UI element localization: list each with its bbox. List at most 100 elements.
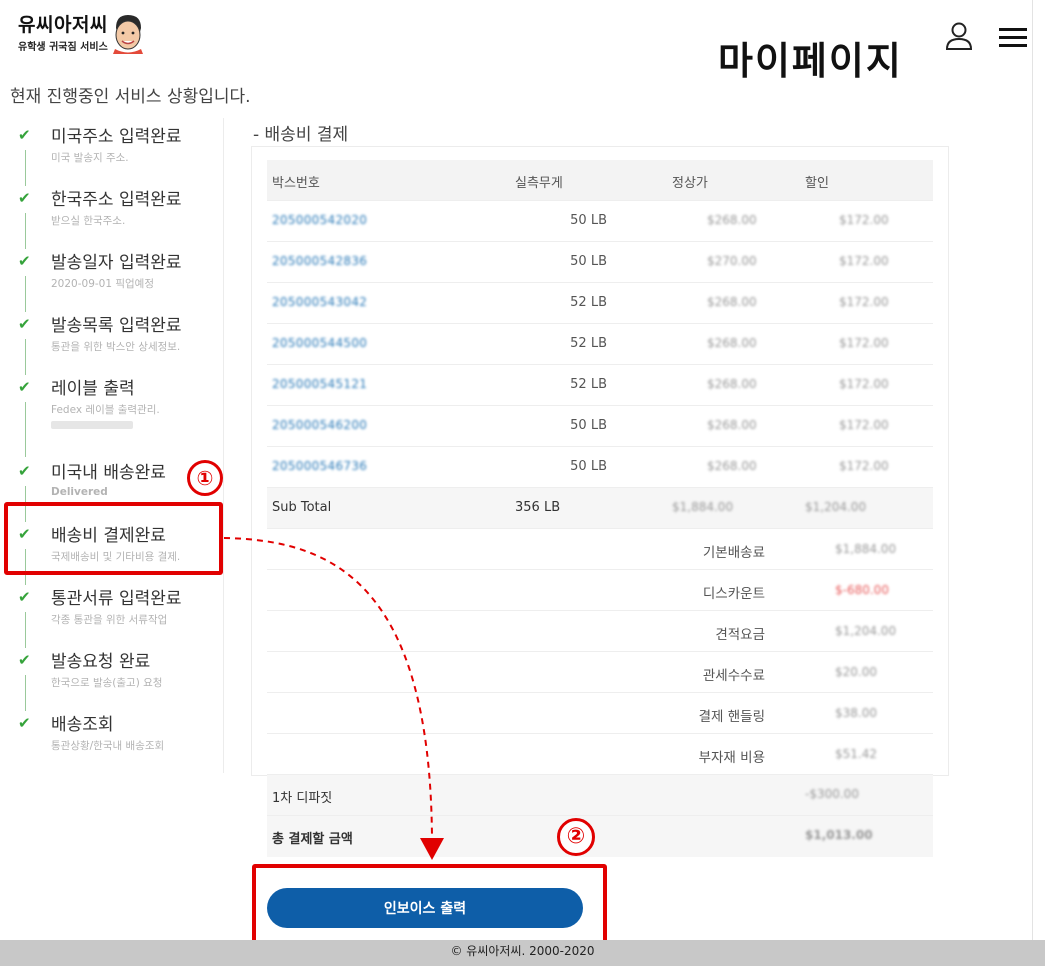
step-connector: [25, 402, 26, 457]
print-invoice-button[interactable]: 인보이스 출력: [267, 888, 583, 928]
progress-steps: ✔ 미국주소 입력완료 미국 발송지 주소. ✔ 한국주소 입력완료 받으실 한…: [10, 118, 224, 773]
total-row: 총 결제할 금액 $1,013.00: [267, 816, 933, 857]
step-title: 미국내 배송완료: [51, 463, 166, 483]
step-ship-date[interactable]: ✔ 발송일자 입력완료 2020-09-01 픽업예정: [10, 244, 224, 312]
subtotal-discount: $1,204.00: [805, 500, 867, 514]
step-description: 통관상황/한국내 배송조회: [51, 740, 165, 752]
table-row: 205000546736 50 LB $268.00 $172.00: [267, 447, 933, 488]
fee-row-customs-fee: 관세수수료 $20.00: [267, 652, 933, 693]
step-ship-request[interactable]: ✔ 발송요청 완료 한국으로 발송(출고) 요청: [10, 643, 224, 711]
logo-text: 유씨아저씨 유학생 귀국짐 서비스: [18, 14, 108, 53]
fee-row-materials: 부자재 비용 $51.42: [267, 734, 933, 775]
step-kr-address[interactable]: ✔ 한국주소 입력완료 받으실 한국주소.: [10, 181, 224, 249]
subtotal-weight: 356 LB: [515, 500, 561, 515]
box-weight: 50 LB: [570, 418, 607, 433]
step-us-address[interactable]: ✔ 미국주소 입력완료 미국 발송지 주소.: [10, 118, 224, 186]
check-icon: ✔: [18, 126, 31, 144]
page-title: 마이페이지: [718, 39, 903, 83]
fee-value: $51.42: [835, 747, 877, 761]
fee-label: 디스카운트: [702, 586, 765, 602]
logo-sub-text: 유학생 귀국짐 서비스: [18, 41, 108, 53]
table-row: 205000544500 52 LB $268.00 $172.00: [267, 324, 933, 365]
step-ship-list[interactable]: ✔ 발송목록 입력완료 통관을 위한 박스안 상세정보.: [10, 307, 224, 375]
deposit-label: 1차 디파짓: [272, 791, 333, 806]
fee-value: $38.00: [835, 706, 877, 720]
header-discount: 할인: [805, 176, 829, 191]
check-icon: ✔: [18, 189, 31, 207]
check-icon: ✔: [18, 378, 31, 396]
site-logo[interactable]: 유씨아저씨 유학생 귀국짐 서비스: [18, 12, 146, 54]
annotation-marker-1: ①: [187, 460, 223, 496]
table-row: 205000542836 50 LB $270.00 $172.00: [267, 242, 933, 283]
box-discount: $172.00: [839, 377, 889, 391]
fee-label: 부자재 비용: [698, 750, 765, 766]
header: 유씨아저씨 유학생 귀국짐 서비스 마이페이지: [0, 0, 1045, 83]
step-description: 2020-09-01 픽업예정: [51, 278, 154, 290]
table-row: 205000546200 50 LB $268.00 $172.00: [267, 406, 933, 447]
check-icon: ✔: [18, 462, 31, 480]
hamburger-menu-icon[interactable]: [998, 26, 1028, 48]
fee-value: $-680.00: [835, 583, 889, 597]
box-number-link[interactable]: 205000542020: [272, 213, 367, 227]
user-icon[interactable]: [944, 22, 974, 50]
table-row: 205000545121 52 LB $268.00 $172.00: [267, 365, 933, 406]
box-discount: $172.00: [839, 336, 889, 350]
table-row: 205000542020 50 LB $268.00 $172.00: [267, 201, 933, 242]
box-number-link[interactable]: 205000545121: [272, 377, 367, 391]
subtotal-price: $1,884.00: [672, 500, 734, 514]
box-number-link[interactable]: 205000546200: [272, 418, 367, 432]
fee-label: 기본배송료: [702, 545, 765, 561]
box-price: $268.00: [707, 377, 757, 391]
check-icon: ✔: [18, 588, 31, 606]
box-discount: $172.00: [839, 459, 889, 473]
box-discount: $172.00: [839, 254, 889, 268]
box-weight: 50 LB: [570, 459, 607, 474]
box-weight: 52 LB: [570, 336, 607, 351]
box-price: $268.00: [707, 213, 757, 227]
box-number-link[interactable]: 205000546736: [272, 459, 367, 473]
redacted-tracking: [51, 421, 133, 429]
header-weight: 실측무게: [515, 176, 563, 191]
fee-label: 견적요금: [715, 627, 765, 643]
fee-value: $1,204.00: [835, 624, 897, 638]
box-price: $270.00: [707, 254, 757, 268]
step-title: 배송조회: [51, 715, 114, 735]
table-header-row: 박스번호 실측무게 정상가 할인: [267, 160, 933, 201]
fee-label: 결제 핸들링: [698, 709, 765, 725]
mascot-face-icon: [112, 15, 143, 54]
fee-row-quote: 견적요금 $1,204.00: [267, 611, 933, 652]
box-price: $268.00: [707, 336, 757, 350]
step-title: 발송목록 입력완료: [51, 316, 182, 336]
step-description: Delivered: [51, 486, 108, 498]
box-weight: 52 LB: [570, 377, 607, 392]
subtotal-label: Sub Total: [272, 500, 332, 515]
total-value: $1,013.00: [805, 828, 873, 842]
fee-row-discount: 디스카운트 $-680.00: [267, 570, 933, 611]
fee-value: $20.00: [835, 665, 877, 679]
step-description: 한국으로 발송(출고) 요청: [51, 677, 163, 689]
step-tracking[interactable]: ✔ 배송조회 통관상황/한국내 배송조회: [10, 706, 224, 769]
check-icon: ✔: [18, 252, 31, 270]
step-description: Fedex 레이블 출력관리.: [51, 404, 160, 416]
fee-row-base-shipping: 기본배송료 $1,884.00: [267, 529, 933, 570]
step-label-print[interactable]: ✔ 레이블 출력 Fedex 레이블 출력관리.: [10, 370, 224, 457]
box-number-link[interactable]: 205000543042: [272, 295, 367, 309]
step-title: 레이블 출력: [51, 379, 135, 399]
annotation-marker-2: ②: [557, 818, 595, 856]
step-title: 발송요청 완료: [51, 652, 151, 672]
box-discount: $172.00: [839, 213, 889, 227]
check-icon: ✔: [18, 651, 31, 669]
annotation-highlight-payment-step: [4, 502, 223, 575]
box-number-link[interactable]: 205000542836: [272, 254, 367, 268]
fee-value: $1,884.00: [835, 542, 897, 556]
step-description: 각종 통관을 위한 서류작업: [51, 614, 168, 626]
step-description: 미국 발송지 주소.: [51, 152, 129, 164]
deposit-value: -$300.00: [805, 787, 859, 801]
step-customs-docs[interactable]: ✔ 통관서류 입력완료 각종 통관을 위한 서류작업: [10, 580, 224, 648]
logo-main-text: 유씨아저씨: [18, 13, 108, 36]
box-weight: 50 LB: [570, 254, 607, 269]
step-title: 통관서류 입력완료: [51, 589, 182, 609]
box-weight: 52 LB: [570, 295, 607, 310]
total-label: 총 결제할 금액: [272, 832, 353, 847]
box-number-link[interactable]: 205000544500: [272, 336, 367, 350]
